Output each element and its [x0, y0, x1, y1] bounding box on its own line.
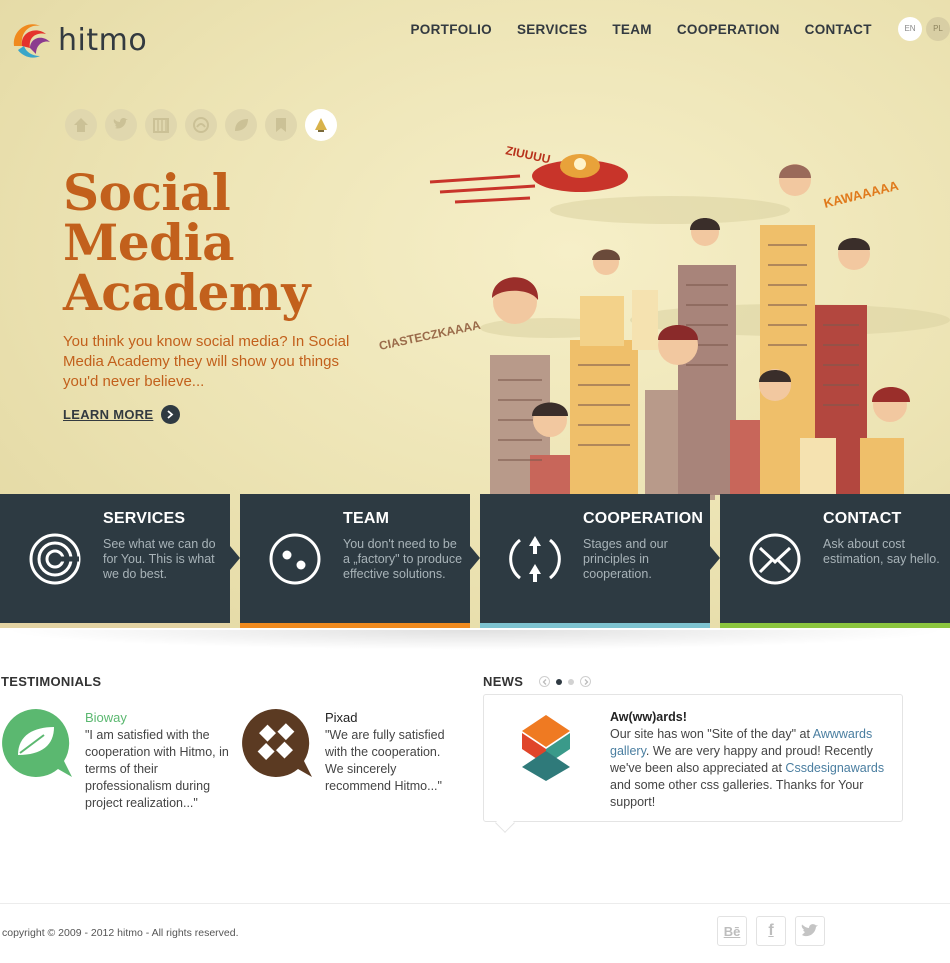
box-title: TEAM: [343, 510, 390, 527]
feature-boxes: SERVICES See what we can do for You. Thi…: [0, 494, 950, 628]
box-desc: Ask about cost estimation, say hello.: [823, 537, 940, 566]
nav-cooperation[interactable]: COOPERATION: [664, 22, 792, 37]
hero-lead: You think you know social media? In Soci…: [63, 333, 350, 390]
box-contact[interactable]: CONTACT Ask about cost estimation, say h…: [720, 494, 950, 628]
footer-divider: [0, 903, 950, 904]
home-icon[interactable]: [65, 109, 97, 141]
news-next-button[interactable]: [580, 676, 591, 687]
box-accent-bar: [240, 623, 470, 628]
box-title: COOPERATION: [583, 510, 704, 527]
facebook-icon[interactable]: f: [756, 916, 786, 946]
boxes-shadow: [0, 630, 950, 650]
news-title: NEWS: [483, 674, 524, 689]
box-accent-bar: [0, 623, 230, 628]
leaf-icon[interactable]: [225, 109, 257, 141]
testimonial-quote: "I am satisfied with the cooperation wit…: [85, 728, 229, 810]
dots-circle-icon: [269, 533, 321, 585]
copyright: copyright © 2009 - 2012 hitmo - All righ…: [2, 927, 239, 939]
nav-contact[interactable]: CONTACT: [792, 22, 884, 37]
news-pager: [539, 676, 591, 687]
box-title: CONTACT: [823, 510, 902, 527]
bioway-logo-icon: [2, 709, 72, 777]
cssdesignawards-link[interactable]: Cssdesignawards: [785, 761, 884, 775]
illus-word-ufo: ZIUUUU: [504, 143, 551, 166]
social-icon-row: [65, 109, 337, 141]
testimonial-name: Pixad: [325, 710, 358, 725]
logo[interactable]: hitmo: [6, 16, 147, 64]
box-arrow-notch: [710, 546, 720, 570]
arrows-icon: [509, 536, 561, 582]
news-page-dot-2[interactable]: [568, 678, 574, 685]
twitter-icon[interactable]: [105, 109, 137, 141]
illus-word-right: KAWAAAAA: [822, 178, 901, 211]
illus-word-left: CIASTECZKAAAA: [378, 318, 482, 353]
academy-icon[interactable]: [305, 109, 337, 141]
testimonial-quote: "We are fully satisfied with the coopera…: [325, 728, 445, 793]
box-accent-bar: [480, 623, 710, 628]
box-arrow-notch: [470, 546, 480, 570]
news-item-title: Aw(ww)ards!: [610, 710, 687, 724]
news-prev-button[interactable]: [539, 676, 550, 687]
behance-icon[interactable]: Bē: [717, 916, 747, 946]
box-title: SERVICES: [103, 510, 186, 527]
spiral-icon: [29, 533, 81, 585]
arrow-right-icon: [161, 405, 181, 424]
nav-services[interactable]: SERVICES: [504, 22, 599, 37]
pixad-logo-icon: [242, 709, 312, 777]
learn-more-label: LEARN MORE: [63, 407, 154, 422]
logo-mark-icon: [13, 24, 50, 58]
box-desc: You don't need to be a „factory" to prod…: [343, 537, 463, 581]
box-services[interactable]: SERVICES See what we can do for You. Thi…: [0, 494, 240, 628]
testimonials-title: TESTIMONIALS: [1, 674, 102, 689]
hero-title-line1: Social: [63, 163, 231, 222]
news-text-3: and some other css galleries. Thanks for…: [610, 778, 864, 809]
box-cooperation[interactable]: COOPERATION Stages and our principles in…: [480, 494, 720, 628]
news-page-dot-1[interactable]: [556, 678, 562, 685]
hero-title-line2: Media: [63, 213, 235, 272]
hero-illustration: ZIUUUU KAWAAAAA CIASTECZKAAAA: [378, 143, 950, 500]
calendar-icon[interactable]: [145, 109, 177, 141]
lang-pl[interactable]: PL: [926, 17, 950, 41]
blogger-icon[interactable]: [185, 109, 217, 141]
news-text-1: Our site has won "Site of the day" at: [610, 727, 813, 741]
testimonial-name: Bioway: [85, 710, 127, 725]
news-item-body: Our site has won "Site of the day" at Aw…: [610, 726, 900, 811]
hero-title-line3: Academy: [63, 263, 310, 322]
learn-more-button[interactable]: LEARN MORE: [63, 405, 181, 424]
box-arrow-notch: [230, 546, 240, 570]
awwwards-logo-icon: [522, 715, 570, 781]
news-card-tail: [495, 813, 515, 833]
main-nav: PORTFOLIO SERVICES TEAM COOPERATION CONT…: [398, 22, 884, 37]
nav-team[interactable]: TEAM: [600, 22, 664, 37]
box-desc: See what we can do for You. This is what…: [103, 537, 216, 581]
lang-en[interactable]: EN: [898, 17, 922, 41]
logo-text: hitmo: [58, 22, 148, 58]
nav-portfolio[interactable]: PORTFOLIO: [398, 22, 504, 37]
envelope-icon: [749, 533, 801, 585]
box-team[interactable]: TEAM You don't need to be a „factory" to…: [240, 494, 480, 628]
box-desc: Stages and our principles in cooperation…: [583, 537, 668, 581]
twitter-footer-icon[interactable]: [795, 916, 825, 946]
hero-title: Social Media Academy: [63, 168, 310, 318]
box-accent-bar: [720, 623, 950, 628]
news-card: Aw(ww)ards! Our site has won "Site of th…: [483, 694, 903, 833]
bookmark-icon[interactable]: [265, 109, 297, 141]
